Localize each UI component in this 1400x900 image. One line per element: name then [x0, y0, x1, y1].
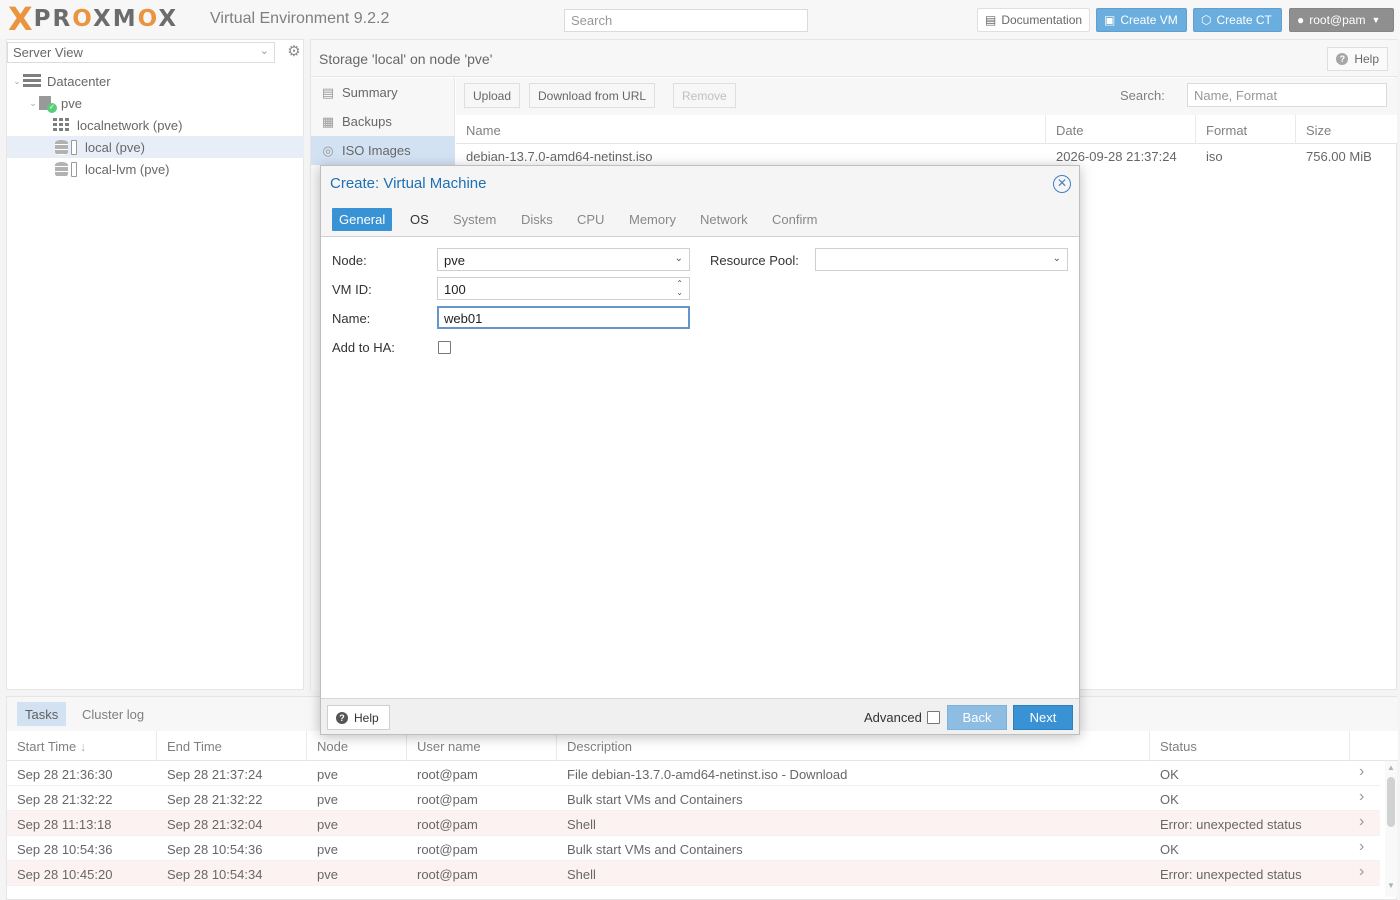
close-icon[interactable]: ✕ [1053, 175, 1071, 193]
dialog-help-button[interactable]: ? Help [327, 705, 390, 730]
dialog-footer: ? Help Advanced Back Next [321, 698, 1079, 734]
chevron-down-icon: ⌄ [1052, 253, 1061, 264]
vmid-spinner[interactable]: 100 ⌃ ⌄ [437, 277, 690, 300]
tab-confirm[interactable]: Confirm [765, 208, 825, 231]
create-vm-dialog: Create: Virtual Machine ✕ General OS Sys… [320, 165, 1080, 735]
tab-memory[interactable]: Memory [622, 208, 683, 231]
vmid-label: VM ID: [332, 282, 372, 297]
dialog-title: Create: Virtual Machine [321, 166, 1079, 202]
tab-os[interactable]: OS [403, 208, 436, 231]
advanced-checkbox[interactable] [927, 711, 940, 724]
question-icon: ? [336, 711, 348, 724]
name-input[interactable]: web01 [437, 306, 690, 329]
resource-pool-select[interactable]: ⌄ [815, 248, 1068, 271]
tab-general[interactable]: General [332, 208, 393, 231]
resource-pool-label: Resource Pool: [710, 253, 799, 268]
node-select[interactable]: pve ⌄ [437, 248, 690, 271]
chevron-down-icon: ⌄ [674, 253, 683, 264]
node-label: Node: [332, 253, 367, 268]
add-to-ha-checkbox[interactable] [438, 341, 451, 354]
tab-network[interactable]: Network [693, 208, 755, 231]
name-label: Name: [332, 311, 371, 326]
tab-cpu[interactable]: CPU [570, 208, 611, 231]
tab-system[interactable]: System [446, 208, 503, 231]
general-form: Node: pve ⌄ VM ID: 100 ⌃ ⌄ Name: web01 Ad… [321, 237, 1079, 698]
tab-disks[interactable]: Disks [514, 208, 560, 231]
add-to-ha-label: Add to HA: [332, 340, 395, 355]
next-button[interactable]: Next [1013, 705, 1073, 730]
spinner-arrows-icon[interactable]: ⌃ ⌄ [676, 279, 683, 297]
back-button[interactable]: Back [947, 705, 1007, 730]
advanced-label: Advanced [864, 710, 922, 725]
wizard-tabs: General OS System Disks CPU Memory Netwo… [321, 202, 1079, 237]
